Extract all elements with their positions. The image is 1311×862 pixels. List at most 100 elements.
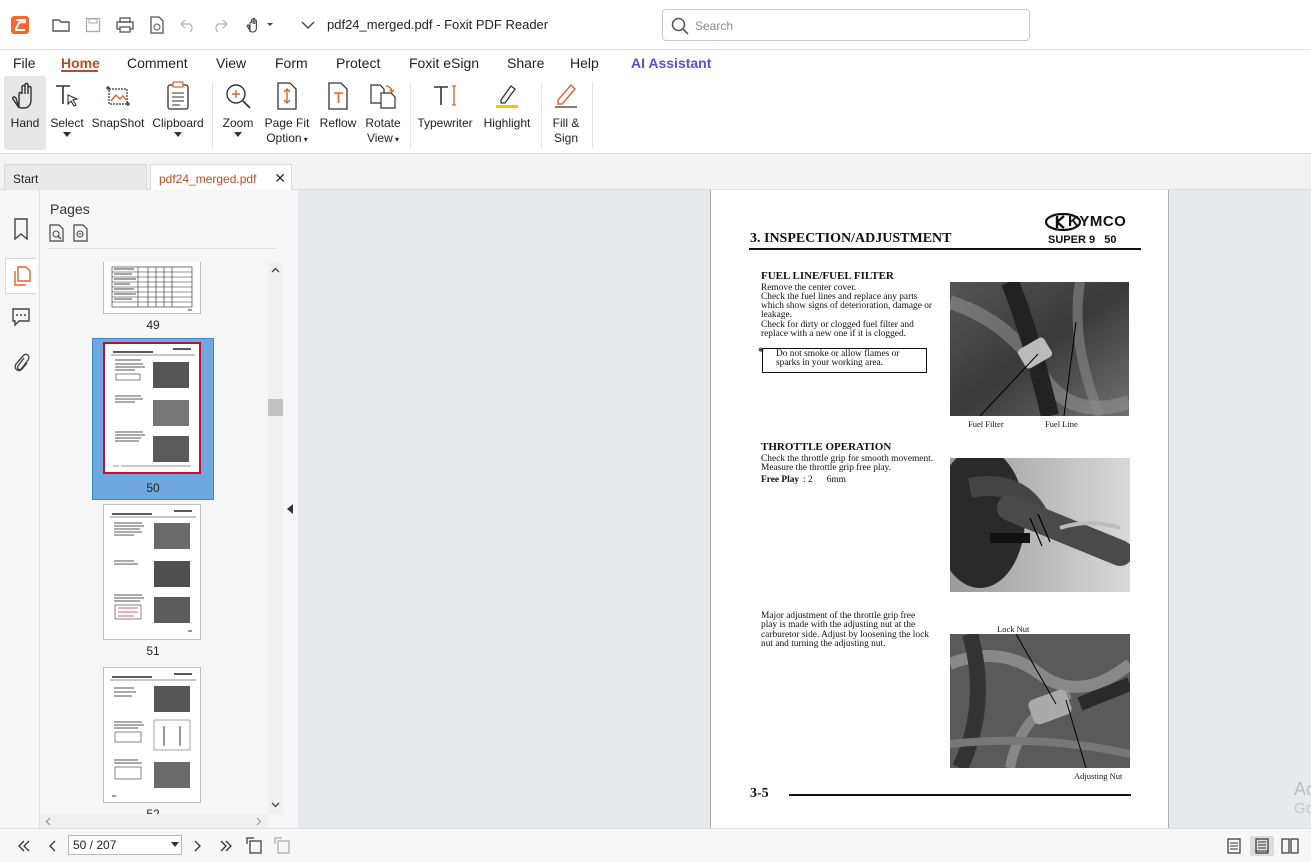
highlight-label: Highlight xyxy=(483,116,531,130)
model-name: SUPER 9 50 xyxy=(1048,234,1117,246)
footer-rule xyxy=(789,794,1131,796)
fuel-line-caption: Fuel Line xyxy=(1045,419,1078,429)
menu-protect[interactable]: Protect xyxy=(336,55,380,71)
undo-icon[interactable] xyxy=(177,14,199,36)
thumbnail-list: 49 50 51 52 xyxy=(40,262,268,814)
search-input[interactable] xyxy=(695,16,1015,36)
snapshot-button[interactable]: SnapShot xyxy=(90,76,146,150)
page-number-label: 3-5 xyxy=(750,786,769,801)
fuel-line-heading: FUEL LINE/FUEL FILTER xyxy=(761,270,894,282)
next-view-icon[interactable] xyxy=(272,836,292,856)
throttle-text-2: Measure the throttle grip free play. xyxy=(761,463,892,473)
hand-button[interactable]: Hand xyxy=(4,76,46,150)
select-button[interactable]: Select xyxy=(49,76,85,150)
create-pdf-icon[interactable] xyxy=(146,14,168,36)
page-thumbnail-52[interactable] xyxy=(103,667,201,803)
search-icon xyxy=(671,17,689,35)
collapse-panel-handle[interactable] xyxy=(284,190,298,828)
scroll-thumb[interactable] xyxy=(268,399,283,416)
collapse-arrow-icon[interactable] xyxy=(287,504,294,514)
thumbnail-vertical-scrollbar[interactable] xyxy=(268,262,283,814)
rotate-view-button[interactable]: Rotate View ▾ xyxy=(362,76,404,150)
adjust-text-4: nut and turning the adjusting nut. xyxy=(761,639,886,649)
single-page-view-icon[interactable] xyxy=(1224,836,1244,856)
first-page-icon[interactable] xyxy=(14,836,34,856)
carburetor-photo xyxy=(950,634,1130,768)
fuel-line-text-6: replace with a new one if it is clogged. xyxy=(761,329,907,339)
typewriter-button[interactable]: Typewriter xyxy=(416,76,474,150)
pages-panel-title: Pages xyxy=(50,201,90,217)
thumbnail-zoom-icon[interactable] xyxy=(72,224,90,242)
page-dropdown-icon[interactable] xyxy=(171,842,179,847)
print-icon[interactable] xyxy=(114,14,136,36)
close-tab-icon[interactable]: ✕ xyxy=(274,170,286,187)
scroll-down-icon[interactable] xyxy=(271,802,280,808)
activation-watermark-line-2: Go xyxy=(1294,800,1311,817)
clipboard-label: Clipboard xyxy=(152,116,204,130)
page-options-icon[interactable] xyxy=(48,224,66,242)
redo-icon[interactable] xyxy=(209,14,231,36)
tab-start-label: Start xyxy=(13,172,39,186)
scroll-right-icon[interactable] xyxy=(256,817,262,826)
reflow-button[interactable]: Reflow xyxy=(318,76,358,150)
menu-form[interactable]: Form xyxy=(275,55,308,71)
menu-share[interactable]: Share xyxy=(507,55,544,71)
continuous-view-icon[interactable] xyxy=(1250,836,1274,856)
typewriter-icon xyxy=(416,76,474,116)
page-fit-option-label: Option ▾ xyxy=(266,131,308,145)
comments-icon[interactable] xyxy=(6,302,36,332)
panel-divider xyxy=(48,248,276,249)
quick-access-dropdown-icon[interactable] xyxy=(297,14,319,36)
fill-label: Fill & xyxy=(552,116,580,130)
snapshot-label: SnapShot xyxy=(91,116,145,130)
page-number-input[interactable] xyxy=(73,838,163,852)
save-icon[interactable] xyxy=(82,14,104,36)
adjust-text-2: play is made with the adjusting nut at t… xyxy=(761,620,916,630)
tab-document-label: pdf24_merged.pdf xyxy=(159,172,257,186)
search-box[interactable] xyxy=(662,9,1030,41)
next-page-icon[interactable] xyxy=(188,836,208,856)
menu-help[interactable]: Help xyxy=(570,55,599,71)
thumbnail-label: 49 xyxy=(146,318,160,332)
reflow-label: Reflow xyxy=(319,116,357,130)
open-folder-icon[interactable] xyxy=(50,14,72,36)
menu-view[interactable]: View xyxy=(216,55,246,71)
page-fit-option-button[interactable]: Page Fit Option ▾ xyxy=(262,76,312,150)
throttle-grip-photo xyxy=(950,458,1130,592)
scroll-left-icon[interactable] xyxy=(45,817,51,826)
clipboard-button[interactable]: Clipboard xyxy=(150,76,206,150)
menu-home[interactable]: Home xyxy=(61,55,100,71)
page-number-box[interactable] xyxy=(68,835,182,855)
menu-foxit-esign[interactable]: Foxit eSign xyxy=(409,55,479,71)
zoom-button[interactable]: Zoom xyxy=(220,76,256,150)
page-thumbnail-49[interactable] xyxy=(103,262,201,314)
previous-page-icon[interactable] xyxy=(42,836,62,856)
facing-view-icon[interactable] xyxy=(1280,836,1300,856)
rotate-label: Rotate xyxy=(365,116,401,130)
fill-and-sign-button[interactable]: Fill & Sign xyxy=(546,76,586,150)
thumbnail-horizontal-scrollbar[interactable] xyxy=(40,814,268,828)
tab-document[interactable]: pdf24_merged.pdf ✕ xyxy=(150,164,292,190)
highlight-button[interactable]: Highlight xyxy=(480,76,534,150)
hand-tool-dropdown-icon[interactable] xyxy=(243,14,275,36)
snapshot-icon xyxy=(90,76,146,116)
previous-view-icon[interactable] xyxy=(244,836,264,856)
attachment-icon[interactable] xyxy=(6,348,36,378)
last-page-icon[interactable] xyxy=(216,836,236,856)
rotate-icon xyxy=(362,76,404,116)
menu-ai-assistant[interactable]: AI Assistant xyxy=(631,55,711,71)
scroll-up-icon[interactable] xyxy=(271,267,280,273)
page-thumbnail-50[interactable] xyxy=(103,342,201,474)
page-thumbnail-51[interactable] xyxy=(103,504,201,640)
menu-file[interactable]: File xyxy=(13,55,36,71)
menu-comment[interactable]: Comment xyxy=(127,55,188,71)
activation-watermark-line-1: Ac xyxy=(1294,779,1311,799)
pages-panel-icon[interactable] xyxy=(5,258,37,294)
bookmark-icon[interactable] xyxy=(6,214,36,244)
tab-start[interactable]: Start xyxy=(4,164,147,190)
document-view[interactable]: KYMCO 3. INSPECTION/ADJUSTMENT SUPER 9 5… xyxy=(298,190,1311,828)
fuel-line-text-4: leakage. xyxy=(761,310,792,320)
document-tabs: Start pdf24_merged.pdf ✕ xyxy=(0,154,1311,190)
typewriter-label: Typewriter xyxy=(417,116,473,130)
fill-sign-icon xyxy=(546,76,586,116)
